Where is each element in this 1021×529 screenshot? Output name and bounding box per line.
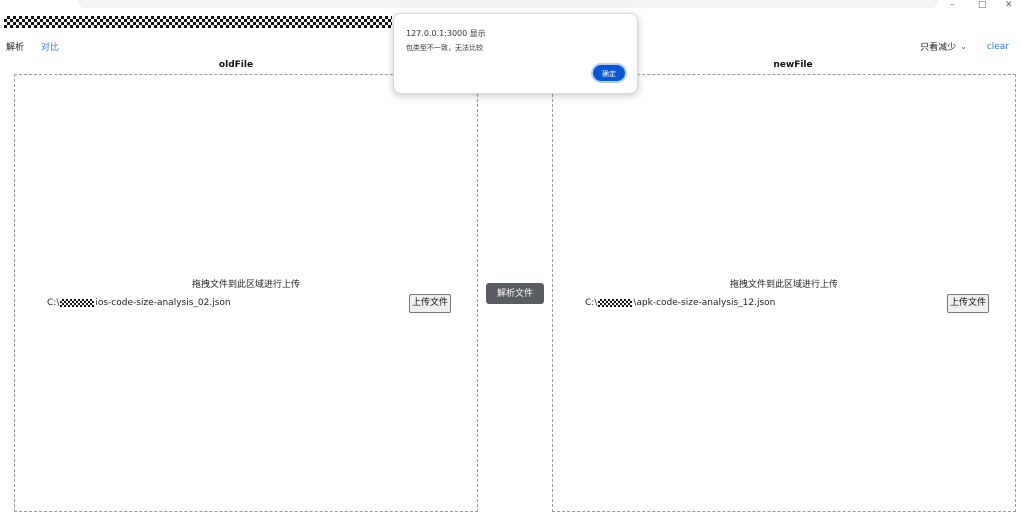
file-path: C:\ \apk-code-size-analysis_12.json	[585, 298, 775, 308]
alert-dialog: 127.0.0.1:3000 显示 包类型不一致，无法比较 确定	[393, 13, 638, 94]
nav-parse-link[interactable]: 解析	[6, 40, 24, 53]
redacted-path-segment	[598, 299, 633, 307]
upload-button[interactable]: 上传文件	[946, 293, 989, 313]
drop-hint: 拖拽文件到此区域进行上传	[729, 280, 838, 290]
new-file-title: newFile	[773, 60, 813, 70]
dialog-title: 127.0.0.1:3000 显示	[406, 29, 486, 38]
file-row: C:\ \apk-code-size-analysis_12.json 上传文件	[585, 293, 989, 313]
file-path: C:\ ios-code-size-analysis_02.json	[47, 298, 231, 308]
redacted-banner	[4, 16, 392, 28]
clear-link[interactable]: clear	[987, 42, 1009, 52]
chevron-down-icon[interactable]: ⌄	[960, 42, 967, 51]
upload-button[interactable]: 上传文件	[408, 293, 451, 313]
filter-select[interactable]: 只看减少	[920, 40, 956, 53]
file-path-name: ios-code-size-analysis_02.json	[95, 298, 231, 308]
old-file-title: oldFile	[218, 60, 254, 70]
close-icon[interactable]: ✕	[1005, 0, 1013, 10]
top-nav: 解析 对比	[6, 40, 73, 53]
dialog-message: 包类型不一致，无法比较	[406, 44, 483, 52]
nav-compare-link[interactable]: 对比	[41, 40, 59, 53]
file-row: C:\ ios-code-size-analysis_02.json 上传文件	[47, 293, 451, 313]
address-bar[interactable]	[78, 0, 938, 8]
maximize-icon[interactable]: □	[978, 0, 987, 10]
new-file-drop-zone[interactable]: 拖拽文件到此区域进行上传 C:\ \apk-code-size-analysis…	[552, 74, 1016, 512]
file-path-prefix: C:\	[47, 298, 60, 308]
filter-toolbar: 只看减少 ⌄ clear	[920, 40, 1009, 54]
redacted-path-segment	[60, 299, 95, 307]
drop-hint: 拖拽文件到此区域进行上传	[191, 280, 300, 290]
app-root: – □ ✕ 解析 对比 只看减少 ⌄ clear oldFile newFile…	[0, 0, 1021, 529]
parse-files-button[interactable]: 解析文件	[486, 283, 544, 304]
file-path-name: \apk-code-size-analysis_12.json	[633, 298, 776, 308]
file-path-prefix: C:\	[585, 298, 598, 308]
minimize-icon[interactable]: –	[950, 0, 955, 10]
browser-top-strip: – □ ✕	[0, 0, 1021, 12]
old-file-drop-zone[interactable]: 拖拽文件到此区域进行上传 C:\ ios-code-size-analysis_…	[14, 74, 478, 512]
dialog-ok-button[interactable]: 确定	[591, 63, 627, 83]
